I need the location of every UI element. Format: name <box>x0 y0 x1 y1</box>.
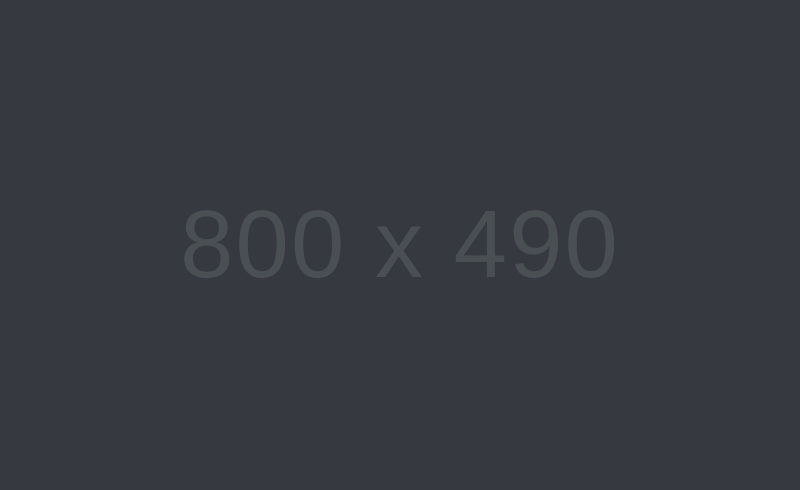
dimensions-label: 800 x 490 <box>180 191 620 298</box>
placeholder-canvas: 800 x 490 <box>0 0 800 490</box>
